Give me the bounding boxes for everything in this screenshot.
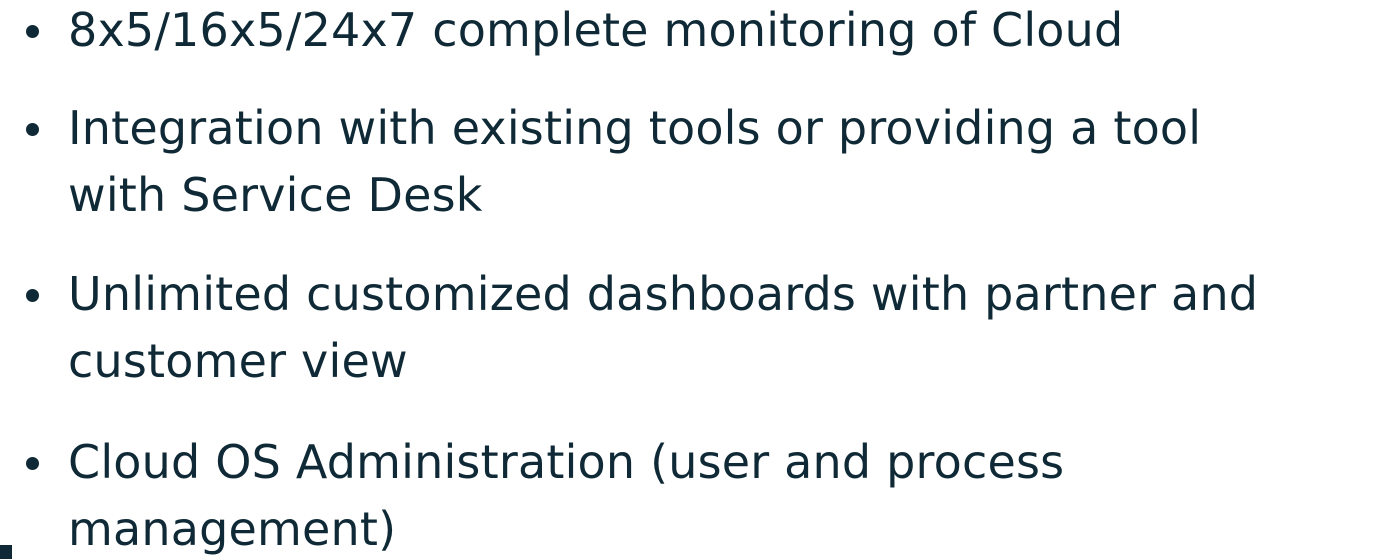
bullet-text: Integration with existing tools or provi… <box>68 101 1202 222</box>
bullet-dot-icon <box>26 123 39 136</box>
edge-decoration <box>0 545 12 559</box>
bullet-text: Cloud OS Administration (user and proces… <box>68 435 1065 556</box>
bullet-dot-icon <box>26 457 39 470</box>
bullet-text: 8x5/16x5/24x7 complete monitoring of Clo… <box>68 3 1124 57</box>
bullet-dot-icon <box>26 25 39 38</box>
slide-content: 8x5/16x5/24x7 complete monitoring of Clo… <box>0 0 1388 559</box>
bullet-dot-icon <box>26 289 39 302</box>
bullet-text: Unlimited customized dashboards with par… <box>68 267 1259 388</box>
